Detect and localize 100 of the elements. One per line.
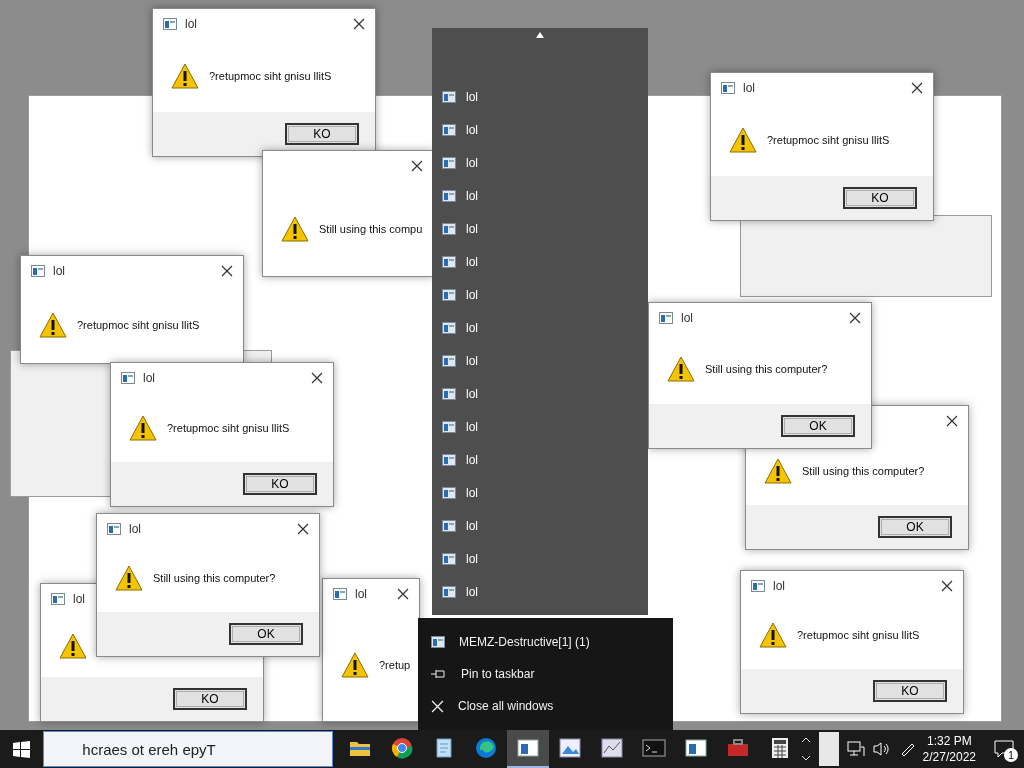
dialog-title: lol (681, 311, 694, 325)
dialog-button[interactable]: OK (229, 623, 303, 645)
volume-icon[interactable] (872, 741, 891, 757)
jump-list-item[interactable]: lol (432, 443, 648, 476)
dialog-button[interactable]: OK (878, 516, 952, 538)
scroll-up-icon[interactable] (536, 32, 544, 38)
close-icon[interactable] (946, 415, 958, 427)
dialog-button[interactable]: KO (843, 187, 917, 209)
window-icon (163, 18, 177, 30)
close-icon[interactable] (941, 580, 953, 592)
warning-icon (39, 311, 67, 338)
dialog-title: lol (143, 371, 156, 385)
jump-list-item[interactable]: lol (432, 542, 648, 575)
jump-list-item[interactable]: lol (432, 410, 648, 443)
ball-icon (390, 737, 413, 759)
dialog-title: lol (53, 264, 66, 278)
close-icon[interactable] (411, 160, 423, 172)
warning-icon (115, 565, 143, 591)
warning-icon (341, 652, 369, 678)
network-icon[interactable] (846, 741, 865, 757)
close-icon[interactable] (397, 588, 409, 600)
window-icon (442, 156, 456, 169)
search-field[interactable]: hcraes ot ereh epyT (43, 731, 333, 767)
warning-icon (667, 355, 695, 382)
jump-list-item[interactable]: lol (432, 179, 648, 212)
jump-list-item[interactable]: lol (432, 80, 648, 113)
clock-time: 1:32 PM (926, 733, 972, 749)
chart-icon (600, 738, 623, 758)
window-icon (442, 552, 456, 565)
close-icon[interactable] (911, 82, 923, 94)
folder-icon (348, 739, 371, 757)
window-icon (333, 588, 347, 600)
dialog-title: lol (743, 81, 756, 95)
close-icon[interactable] (353, 18, 365, 30)
picture-icon (558, 738, 581, 758)
calculator-icon (770, 737, 789, 759)
dialog-message: Still using this compu (319, 222, 423, 235)
window-icon (51, 593, 65, 605)
jump-list-item[interactable]: lol (432, 212, 648, 245)
notification-icon[interactable] (994, 740, 1014, 758)
window-icon (442, 387, 456, 400)
window-icon (442, 519, 456, 532)
jump-list-item[interactable]: lol (432, 146, 648, 179)
menu-item[interactable]: Close all windows (418, 690, 673, 722)
jump-list-item[interactable]: lol (432, 113, 648, 146)
window-icon (431, 636, 445, 648)
window-icon (442, 123, 456, 136)
window-icon (442, 453, 456, 466)
jump-list-item[interactable]: lol (432, 476, 648, 509)
dialog-message: ?retupmoc siht gnisu llitS (797, 629, 920, 641)
warning-icon (171, 62, 199, 89)
dialog-button[interactable]: KO (173, 688, 247, 710)
dialog-message: ?retupmoc siht gnisu llitS (767, 133, 890, 146)
dialog-title: lol (355, 587, 368, 601)
window-icon (442, 321, 456, 334)
window-icon (442, 486, 456, 499)
toolbox-icon (726, 739, 749, 757)
dialog-button[interactable]: OK (781, 415, 855, 437)
window-icon (442, 288, 456, 301)
warning-icon (129, 414, 157, 441)
jump-list-item[interactable]: lol (432, 278, 648, 311)
dialog-title: lol (185, 17, 198, 31)
warning-icon (281, 215, 309, 242)
swirl-icon (474, 737, 497, 759)
close-icon[interactable] (311, 372, 323, 384)
terminal-icon (641, 739, 666, 757)
close-icon[interactable] (297, 523, 309, 535)
jump-list-item[interactable]: lol (432, 377, 648, 410)
menu-item[interactable]: Pin to taskbar (418, 658, 673, 690)
warning-icon (764, 457, 792, 484)
jump-list-item[interactable]: lol (432, 311, 648, 344)
dialog-title: lol (73, 592, 86, 606)
menu-item[interactable]: MEMZ-Destructive[1] (1) (418, 626, 673, 658)
dialog-message: ?retup (379, 659, 411, 671)
pin-icon (431, 669, 447, 679)
dialog-button[interactable]: KO (873, 680, 947, 702)
window-icon (107, 523, 121, 535)
jump-list-item[interactable]: lol (432, 509, 648, 542)
dialog-button[interactable]: KO (285, 123, 359, 145)
window-icon (442, 90, 456, 103)
window-icon (31, 265, 45, 277)
dialog-button[interactable]: KO (243, 473, 317, 495)
close-icon[interactable] (849, 312, 861, 324)
dialog-message: Still using this computer? (705, 362, 828, 375)
warning-icon (729, 126, 757, 153)
notepad-icon (433, 737, 454, 759)
warning-icon (59, 632, 87, 659)
dialog-message: ?retupmoc siht gnisu llitS (209, 69, 332, 82)
window-icon (516, 739, 539, 757)
warning-icon (759, 622, 787, 648)
clock[interactable]: 1:32 PM 2/27/2022 (922, 733, 976, 765)
clock-date: 2/27/2022 (922, 749, 976, 765)
window-icon (721, 82, 735, 94)
window-icon (442, 420, 456, 433)
jump-list-item[interactable]: lol (432, 245, 648, 278)
window-icon (442, 354, 456, 367)
taskbar-app[interactable] (506, 730, 549, 768)
close-icon[interactable] (221, 265, 233, 277)
jump-list-item[interactable]: lol (432, 344, 648, 377)
jump-list-item[interactable]: lol (432, 575, 648, 608)
